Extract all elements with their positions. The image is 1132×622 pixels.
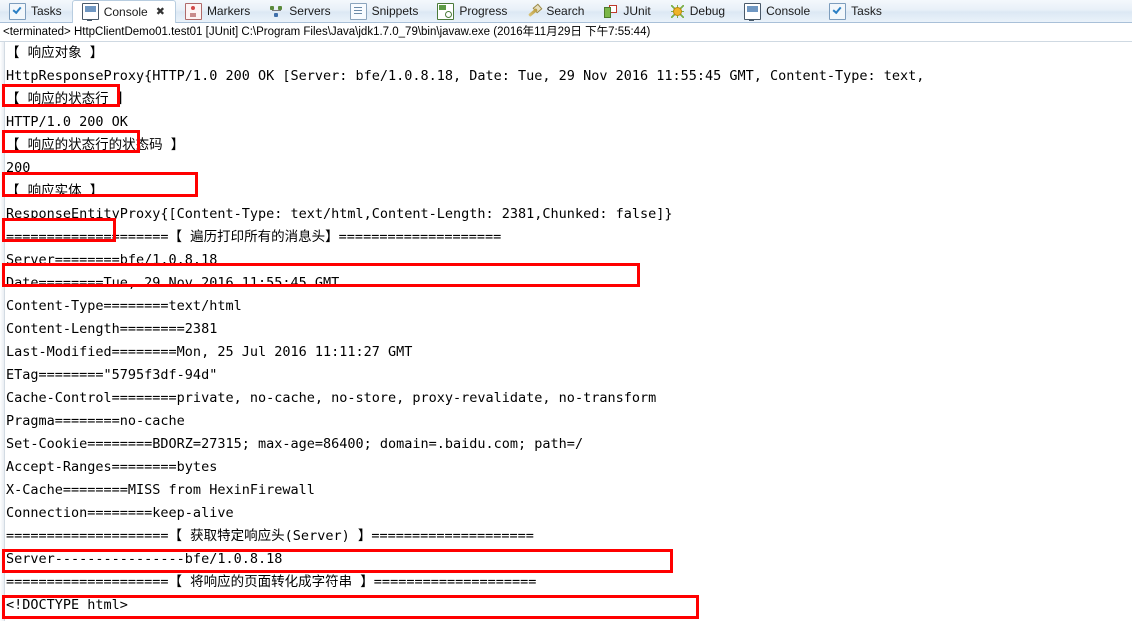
debug-icon xyxy=(670,4,685,19)
status-code: 200 xyxy=(6,160,31,176)
annot-all-headers: ====================【 遍历打印所有的消息头】=======… xyxy=(6,229,502,245)
tab-progress-5[interactable]: Progress xyxy=(428,0,517,22)
tasks-icon xyxy=(9,2,26,20)
snippets-icon xyxy=(349,2,367,20)
specific-header-value: Server----------------bfe/1.0.8.18 xyxy=(6,551,283,567)
launch-configuration-line: <terminated> HttpClientDemo01.test01 [JU… xyxy=(0,23,1132,42)
hdr-set-cookie: Set-Cookie========BDORZ=27315; max-age=8… xyxy=(6,436,584,452)
tasks-icon xyxy=(829,2,847,20)
tab-console-1[interactable]: Console ✖ xyxy=(71,0,176,23)
tab-console-9[interactable]: Console xyxy=(735,0,820,22)
response-proxy: HttpResponseProxy{HTTP/1.0 200 OK [Serve… xyxy=(6,68,925,84)
tab-label: Search xyxy=(546,4,585,18)
tab-snippets-4[interactable]: Snippets xyxy=(341,0,429,22)
tab-label: JUnit xyxy=(623,4,651,18)
tab-label: Console xyxy=(103,4,148,19)
console-output-area[interactable]: 【 响应对象 】 HttpResponseProxy{HTTP/1.0 200 O… xyxy=(0,42,1132,621)
annot-page-to-string: ====================【 将响应的页面转化成字符串 】====… xyxy=(6,574,537,590)
tab-label: Tasks xyxy=(31,4,62,18)
tab-label: Debug xyxy=(689,4,726,18)
status-line: HTTP/1.0 200 OK xyxy=(6,114,128,130)
annot-specific-header: ====================【 获取特定响应头(Server) 】=… xyxy=(6,528,534,544)
progress-icon xyxy=(437,2,455,20)
response-entity: ResponseEntityProxy{[Content-Type: text/… xyxy=(6,206,673,222)
console-icon xyxy=(81,3,99,21)
html-head: <!--STATUS OK--><html> <head><meta http-… xyxy=(6,617,1132,621)
tab-tasks-0[interactable]: Tasks xyxy=(0,0,72,22)
markers-icon xyxy=(184,2,202,20)
tab-label: Console xyxy=(766,4,811,18)
tab-label: Markers xyxy=(206,4,251,18)
hdr-cache-control: Cache-Control========private, no-cache, … xyxy=(6,390,657,406)
tab-servers-3[interactable]: Servers xyxy=(260,0,340,22)
annot-status-code: 【 响应的状态行的状态码 】 xyxy=(6,137,185,153)
tab-markers-2[interactable]: Markers xyxy=(176,0,260,22)
annot-response-object: 【 响应对象 】 xyxy=(6,45,104,61)
tab-label: Snippets xyxy=(371,4,419,18)
hdr-last-modified: Last-Modified========Mon, 25 Jul 2016 11… xyxy=(6,344,413,360)
hdr-pragma: Pragma========no-cache xyxy=(6,413,185,429)
annot-response-entity: 【 响应实体 】 xyxy=(6,183,104,199)
console-icon xyxy=(744,2,762,21)
doctype: <!DOCTYPE html> xyxy=(6,597,128,613)
hdr-connection: Connection========keep-alive xyxy=(6,505,234,521)
hdr-content-type: Content-Type========text/html xyxy=(6,298,242,314)
hdr-content-length: Content-Length========2381 xyxy=(6,321,218,337)
hdr-server: Server========bfe/1.0.8.18 xyxy=(6,252,218,268)
tab-label: Progress xyxy=(459,4,508,18)
annot-status-line: 【 响应的状态行 】 xyxy=(6,91,131,107)
tab-debug-8[interactable]: Debug xyxy=(661,0,735,22)
hdr-accept-ranges: Accept-Ranges========bytes xyxy=(6,459,218,475)
tab-search-6[interactable]: Search xyxy=(517,0,594,22)
tab-junit-7[interactable]: JUnit xyxy=(594,0,660,22)
hdr-date: Date========Tue, 29 Nov 2016 11:55:45 GM… xyxy=(6,275,340,291)
hdr-x-cache: X-Cache========MISS from HexinFirewall xyxy=(6,482,315,498)
close-icon[interactable]: ✖ xyxy=(156,5,165,18)
junit-icon xyxy=(603,4,618,19)
console-tab-bar: Tasks Console ✖ Markers Servers Snippets Progr… xyxy=(0,0,1132,23)
servers-icon xyxy=(269,4,284,19)
console-line-list: 【 响应对象 】 HttpResponseProxy{HTTP/1.0 200 O… xyxy=(6,42,1132,621)
tab-tasks-10[interactable]: Tasks xyxy=(820,0,892,22)
hdr-etag: ETag========"5795f3df-94d" xyxy=(6,367,218,383)
console-left-gutter xyxy=(0,42,5,621)
tab-label: Tasks xyxy=(851,4,882,18)
search-icon xyxy=(526,4,541,19)
tab-label: Servers xyxy=(289,4,331,18)
